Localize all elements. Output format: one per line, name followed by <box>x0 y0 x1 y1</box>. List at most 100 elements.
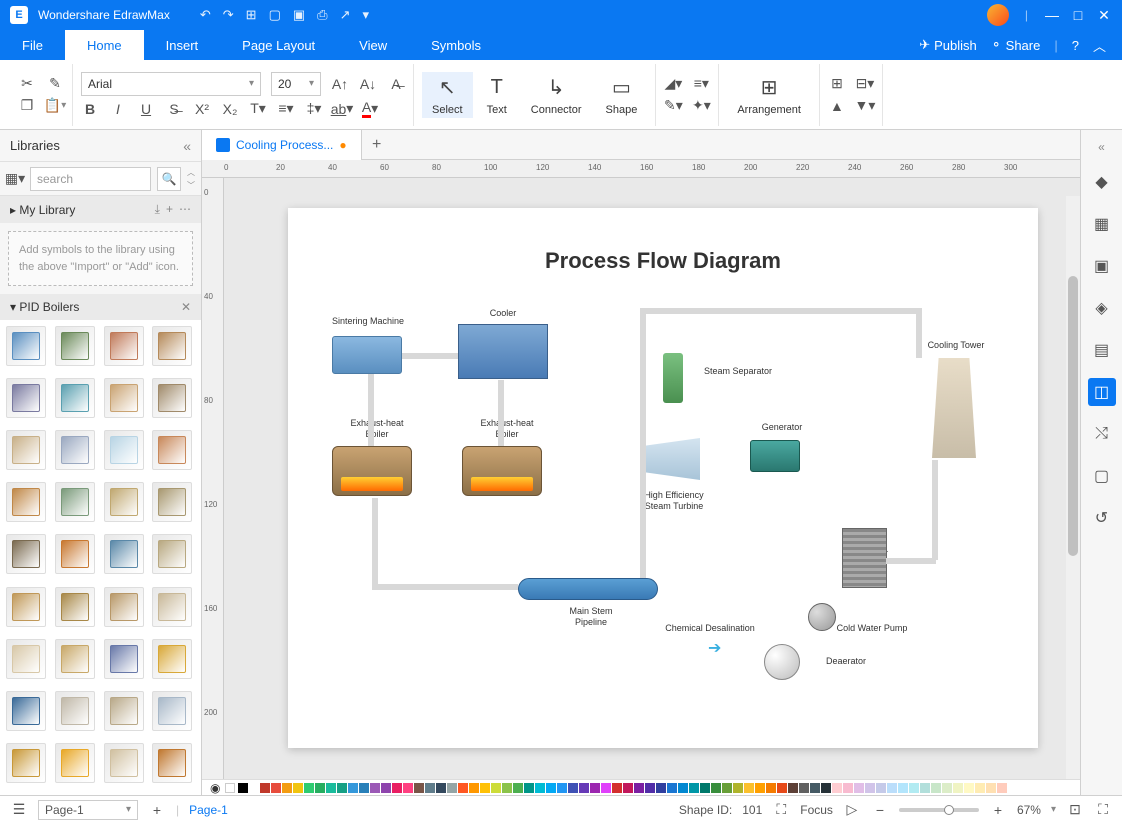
fit-page-icon[interactable]: ⊡ <box>1066 801 1084 819</box>
new-icon[interactable]: ⊞ <box>246 7 257 23</box>
color-swatch[interactable] <box>447 783 457 793</box>
shape-thumb[interactable] <box>104 482 144 522</box>
shape-thumb[interactable] <box>104 743 144 783</box>
highlight-icon[interactable]: ab▾ <box>333 100 351 118</box>
menu-view[interactable]: View <box>337 30 409 60</box>
menu-file[interactable]: File <box>0 30 65 60</box>
color-swatch[interactable] <box>491 783 501 793</box>
color-swatch[interactable] <box>293 783 303 793</box>
add-tab-button[interactable]: + <box>362 136 392 154</box>
canvas[interactable]: Process Flow Diagram Sintering Machine C… <box>224 178 1080 779</box>
color-swatch[interactable] <box>480 783 490 793</box>
color-swatch[interactable] <box>535 783 545 793</box>
export-icon[interactable]: ↗ <box>340 7 351 23</box>
color-swatch[interactable] <box>304 783 314 793</box>
shape-thumb[interactable] <box>6 691 46 731</box>
color-swatch[interactable] <box>678 783 688 793</box>
collapse-ribbon-icon[interactable]: ︿ <box>1093 36 1106 55</box>
color-swatch[interactable] <box>645 783 655 793</box>
focus-icon[interactable]: ⛶ <box>772 801 790 819</box>
color-swatch[interactable] <box>975 783 985 793</box>
color-swatch[interactable] <box>744 783 754 793</box>
shape-thumb[interactable] <box>104 430 144 470</box>
color-swatch[interactable] <box>469 783 479 793</box>
italic-icon[interactable]: I <box>109 100 127 118</box>
shape-thumb[interactable] <box>6 587 46 627</box>
scrollbar-vertical[interactable] <box>1066 196 1080 779</box>
menu-home[interactable]: Home <box>65 30 144 60</box>
increase-font-icon[interactable]: A↑ <box>331 75 349 93</box>
align-icon[interactable]: ≡▾ <box>692 75 710 93</box>
shape-thumb[interactable] <box>104 691 144 731</box>
font-selector[interactable]: Arial▾ <box>81 72 261 96</box>
color-swatch[interactable] <box>953 783 963 793</box>
color-swatch[interactable] <box>381 783 391 793</box>
library-picker-icon[interactable]: ▦▾ <box>6 170 24 188</box>
shape-thumb[interactable] <box>55 326 95 366</box>
color-swatch[interactable] <box>843 783 853 793</box>
shape-thumb[interactable] <box>55 378 95 418</box>
color-swatch[interactable] <box>260 783 270 793</box>
share-button[interactable]: ⚬ Share <box>991 37 1041 53</box>
color-swatch[interactable] <box>579 783 589 793</box>
color-swatch[interactable] <box>414 783 424 793</box>
bold-icon[interactable]: B <box>81 100 99 118</box>
page-panel-icon[interactable]: ▤ <box>1088 336 1116 364</box>
fullscreen-icon[interactable]: ⛶ <box>1094 801 1112 819</box>
color-swatch[interactable] <box>513 783 523 793</box>
ungroup-icon[interactable]: ⊟▾ <box>856 75 874 93</box>
shape-thumb[interactable] <box>6 378 46 418</box>
shape-thumb[interactable] <box>152 639 192 679</box>
shape-thumb[interactable] <box>55 743 95 783</box>
zoom-slider[interactable] <box>899 808 979 812</box>
color-swatch[interactable] <box>799 783 809 793</box>
paste-icon[interactable]: 📋 ▾ <box>46 97 64 115</box>
color-swatch[interactable] <box>898 783 908 793</box>
fill-color-icon[interactable]: ◢▾ <box>664 75 682 93</box>
cut-icon[interactable]: ✂ <box>18 75 36 93</box>
color-swatch[interactable] <box>326 783 336 793</box>
decrease-font-icon[interactable]: A↓ <box>359 75 377 93</box>
shuffle-icon[interactable]: ⤭ <box>1088 420 1116 448</box>
redo-icon[interactable]: ↷ <box>223 7 234 23</box>
add-icon[interactable]: + <box>166 202 173 217</box>
shape-thumb[interactable] <box>6 482 46 522</box>
color-swatch[interactable] <box>370 783 380 793</box>
equip-pipeline[interactable] <box>518 578 658 600</box>
document-tab[interactable]: Cooling Process... ● <box>202 130 362 160</box>
nofill-icon[interactable] <box>225 783 235 793</box>
scroll-down-icon[interactable]: ﹀ <box>187 180 195 191</box>
color-swatch[interactable] <box>733 783 743 793</box>
shape-thumb[interactable] <box>104 534 144 574</box>
color-swatch[interactable] <box>524 783 534 793</box>
color-swatch[interactable] <box>359 783 369 793</box>
color-swatch[interactable] <box>865 783 875 793</box>
zoom-out-button[interactable]: − <box>871 801 889 819</box>
page-selector[interactable]: Page-1▾ <box>38 800 138 820</box>
strike-icon[interactable]: S̶ <box>165 100 183 118</box>
history-icon[interactable]: ↺ <box>1088 504 1116 532</box>
shape-thumb[interactable] <box>55 691 95 731</box>
color-swatch[interactable] <box>271 783 281 793</box>
color-swatch[interactable] <box>689 783 699 793</box>
group-icon[interactable]: ⊞ <box>828 75 846 93</box>
equip-turbine[interactable] <box>640 438 700 480</box>
equip-condenser[interactable] <box>842 528 887 588</box>
color-swatch[interactable] <box>667 783 677 793</box>
color-swatch[interactable] <box>942 783 952 793</box>
color-swatch[interactable] <box>502 783 512 793</box>
text-tool[interactable]: TText <box>477 72 517 118</box>
color-swatch[interactable] <box>766 783 776 793</box>
publish-button[interactable]: ✈ Publish <box>919 37 977 53</box>
color-swatch[interactable] <box>238 783 248 793</box>
fill-panel-icon[interactable]: ◆ <box>1088 168 1116 196</box>
color-swatch[interactable] <box>315 783 325 793</box>
play-icon[interactable]: ▷ <box>843 801 861 819</box>
copy-icon[interactable]: ❐ <box>18 97 36 115</box>
line-spacing-icon[interactable]: ‡▾ <box>305 100 323 118</box>
select-tool[interactable]: ↖Select <box>422 72 473 118</box>
menu-page-layout[interactable]: Page Layout <box>220 30 337 60</box>
shape-thumb[interactable] <box>152 743 192 783</box>
equip-boiler-1[interactable] <box>332 446 412 496</box>
shape-thumb[interactable] <box>6 430 46 470</box>
